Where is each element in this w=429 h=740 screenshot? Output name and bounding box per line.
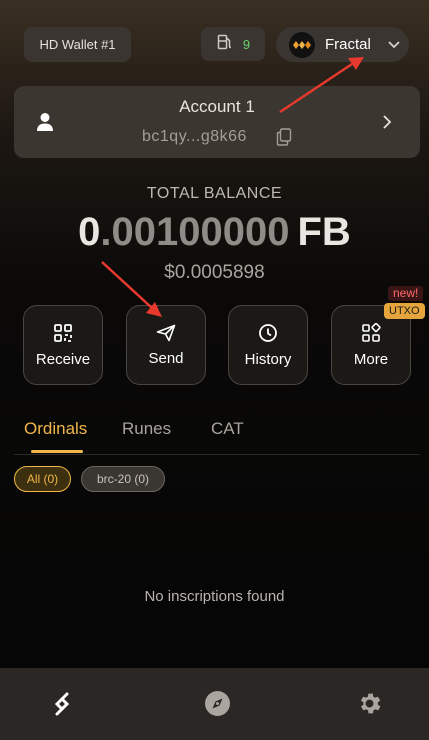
network-label: Fractal <box>325 36 371 53</box>
compass-icon[interactable] <box>204 690 231 722</box>
receive-button[interactable]: Receive <box>23 305 103 385</box>
filter-brc20-chip[interactable]: brc-20 (0) <box>81 466 165 492</box>
fractal-logo-icon <box>289 31 315 58</box>
history-button[interactable]: History <box>228 305 308 385</box>
clock-icon <box>258 323 278 343</box>
balance-decimal: .00100000 <box>100 210 290 254</box>
account-card[interactable]: Account 1 bc1qy...g8k66 <box>14 86 420 158</box>
history-label: History <box>244 350 292 368</box>
tab-cat[interactable]: CAT <box>211 419 244 439</box>
wallet-label: HD Wallet #1 <box>39 37 116 52</box>
gas-count: 9 <box>242 36 251 52</box>
tabs-divider <box>14 454 420 455</box>
active-tab-indicator <box>31 450 83 453</box>
balance-integer: 0 <box>78 210 101 254</box>
utxo-badge: UTXO <box>384 303 425 319</box>
more-label: More <box>353 350 389 368</box>
total-balance-label: TOTAL BALANCE <box>146 185 283 202</box>
receive-label: Receive <box>35 350 91 368</box>
send-button[interactable]: Send <box>126 305 206 385</box>
gas-pump-icon <box>216 33 234 56</box>
chevron-down-icon <box>387 36 401 53</box>
balance-amount: 0.00100000 FB <box>0 210 429 255</box>
qr-code-icon <box>53 323 73 343</box>
wallet-selector-button[interactable]: HD Wallet #1 <box>24 27 131 62</box>
filter-all-chip[interactable]: All (0) <box>14 466 71 492</box>
gas-fee-button[interactable]: 9 <box>201 27 265 61</box>
wallet-app: HD Wallet #1 9 Fractal Account 1 bc1qy..… <box>0 0 429 740</box>
wallet-logo-icon[interactable] <box>49 690 75 723</box>
chevron-right-icon[interactable] <box>382 114 392 135</box>
send-label: Send <box>148 349 184 367</box>
grid-icon <box>361 322 381 343</box>
tab-ordinals[interactable]: Ordinals <box>24 419 87 439</box>
account-name: Account 1 <box>179 97 255 116</box>
balance-unit: FB <box>297 210 351 254</box>
empty-state-message: No inscriptions found <box>144 588 285 605</box>
send-icon <box>156 324 176 342</box>
new-badge: new! <box>388 286 424 301</box>
gear-icon[interactable] <box>356 690 383 722</box>
account-address: bc1qy...g8k66 <box>142 128 247 145</box>
balance-usd: $0.0005898 <box>164 262 265 283</box>
copy-icon[interactable] <box>276 128 292 151</box>
bottom-nav <box>0 668 429 740</box>
tab-runes[interactable]: Runes <box>122 419 171 439</box>
network-selector-button[interactable]: Fractal <box>276 27 409 62</box>
